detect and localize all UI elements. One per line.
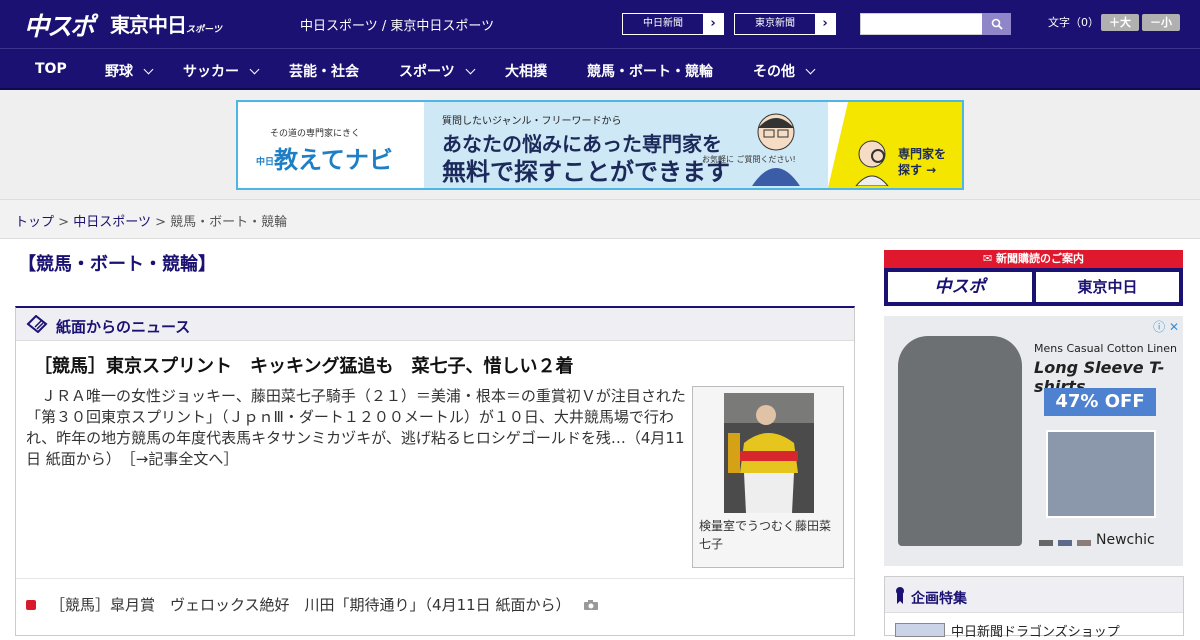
nav-label: 芸能・社会	[289, 64, 359, 80]
nav-item-sports[interactable]: スポーツ	[399, 61, 476, 81]
ad-discount: 47% OFF	[1044, 388, 1156, 416]
nav-label: サッカー	[183, 64, 239, 80]
nav-item-sumo[interactable]: 大相撲	[505, 61, 547, 81]
tokyo-chunichi-logo[interactable]: 東京中日スポーツ	[110, 9, 222, 38]
article-photo[interactable]: 検量室でうつむく藤田菜七子	[692, 386, 844, 568]
section-title: 紙面からのニュース	[56, 318, 191, 336]
chuspo-subscribe-logo[interactable]: 中スポ	[888, 272, 1032, 302]
oshiete-navi-banner[interactable]: その道の専門家にきく 中日教えてナビ 質問したいジャンル・フリーワードから あな…	[236, 100, 964, 190]
chevron-down-icon	[805, 64, 816, 75]
news-section: 紙面からのニュース ［競馬］東京スプリント キッキング猛追も 菜七子、惜しい２着…	[15, 306, 855, 636]
breadcrumb-chunichi-sports[interactable]: 中日スポーツ	[73, 215, 151, 230]
font-size-label: 文字（0）	[1048, 16, 1099, 29]
site-names: 中日スポーツ / 東京中日スポーツ	[300, 19, 495, 34]
font-larger-button[interactable]: ＋大	[1101, 14, 1139, 31]
banner-cta-panel: 専門家を 探す →	[828, 102, 962, 188]
ad-close-icon[interactable]: ⓘ ✕	[1153, 318, 1179, 335]
search-input[interactable]	[860, 13, 984, 35]
tokyo-shimbun-label: 東京新聞	[755, 18, 795, 29]
tokyo-subscribe-logo[interactable]: 東京中日	[1036, 272, 1179, 302]
nav-item-keiba[interactable]: 競馬・ボート・競輪	[587, 61, 713, 81]
breadcrumb-top[interactable]: トップ	[15, 215, 54, 230]
nav-label: その他	[753, 64, 795, 80]
nav-label: 大相撲	[505, 64, 547, 80]
feature-title: 企画特集	[911, 591, 967, 607]
camera-icon	[584, 600, 599, 610]
tokyo-logo-suffix: スポーツ	[186, 25, 222, 35]
ribbon-icon	[896, 587, 904, 604]
page-title: 【競馬・ボート・競輪】	[18, 254, 216, 275]
search-icon	[991, 18, 1003, 30]
chuspo-logo[interactable]: 中スポ	[24, 7, 95, 43]
newspaper-icon	[26, 315, 48, 333]
banner-logo-prefix: 中日	[256, 157, 275, 168]
subscription-title: 新聞購読のご案内	[996, 252, 1085, 265]
top-header: 中スポ 東京中日スポーツ 中日スポーツ / 東京中日スポーツ 中日新聞 › 東京…	[0, 0, 1200, 48]
nav-label: 競馬・ボート・競輪	[587, 64, 713, 80]
news-list-text: ［競馬］皐月賞 ヴェロックス絶好 川田「期待通り」（4月11日 紙面から）	[50, 596, 571, 614]
feature-header: 企画特集	[885, 577, 1183, 613]
section-header: 紙面からのニュース	[16, 308, 854, 341]
banner-logo: 中日教えてナビ	[256, 140, 393, 175]
article-title-link[interactable]: ［競馬］東京スプリント キッキング猛追も 菜七子、惜しい２着	[34, 352, 573, 378]
banner-question: 質問したいジャンル・フリーワードから	[442, 116, 622, 127]
banner-headline-2: 無料で探すことができます	[442, 158, 730, 186]
chevron-down-icon	[465, 64, 476, 75]
subscription-box[interactable]: ✉ 新聞購読のご案内 中スポ 東京中日	[884, 250, 1183, 306]
breadcrumb-separator: >	[155, 215, 166, 230]
newspaper-small-icon: ✉	[982, 252, 993, 265]
swatch	[1058, 540, 1072, 546]
nav-item-other[interactable]: その他	[753, 61, 816, 81]
color-swatches	[1039, 540, 1091, 546]
chevron-right-icon: ›	[815, 14, 835, 34]
jockey-image	[724, 393, 814, 513]
banner-cta: 専門家を 探す →	[898, 147, 947, 177]
consultant-illustration-icon	[752, 113, 800, 186]
swatch	[1039, 540, 1053, 546]
article-summary: ＪＲＡ唯一の女性ジョッキー、藤田菜七子騎手（２１）＝美浦・根本＝の重賞初Ｖが注目…	[26, 387, 686, 468]
nav-label: 野球	[105, 64, 133, 80]
jockey-photo	[724, 393, 814, 513]
breadcrumb-bar: トップ > 中日スポーツ > 競馬・ボート・競輪	[0, 200, 1200, 239]
banner-strip: その道の専門家にきく 中日教えてナビ 質問したいジャンル・フリーワードから あな…	[0, 90, 1200, 200]
banner-logo-panel: その道の専門家にきく 中日教えてナビ	[238, 102, 424, 188]
shirt-detail-image	[1046, 430, 1156, 518]
nav-item-baseball[interactable]: 野球	[105, 61, 154, 81]
nav-item-top[interactable]: TOP	[35, 61, 67, 77]
banner-small-text: その道の専門家にきく	[270, 129, 361, 139]
banner-logo-text: 教えてナビ	[274, 146, 393, 174]
ad-brand: Newchic	[1096, 532, 1155, 548]
photo-caption: 検量室でうつむく藤田菜七子	[699, 519, 832, 551]
nav-item-entertainment[interactable]: 芸能・社会	[289, 61, 359, 81]
chunichi-shimbun-link[interactable]: 中日新聞 ›	[622, 13, 724, 35]
tokyo-shimbun-link[interactable]: 東京新聞 ›	[734, 13, 836, 35]
chevron-down-icon	[143, 64, 154, 75]
feature-item-link[interactable]: 中日新聞ドラゴンズショップ	[951, 621, 1120, 640]
subscription-header: ✉ 新聞購読のご案内	[884, 250, 1183, 268]
nav-item-soccer[interactable]: サッカー	[183, 61, 260, 81]
chevron-right-icon: ›	[703, 14, 723, 34]
tokyo-logo-text: 東京中日	[110, 13, 187, 37]
swatch	[1077, 540, 1091, 546]
font-smaller-button[interactable]: －小	[1142, 14, 1180, 31]
breadcrumb-current: 競馬・ボート・競輪	[170, 215, 288, 230]
breadcrumb: トップ > 中日スポーツ > 競馬・ボート・競輪	[15, 211, 287, 230]
feature-box: 企画特集 中日新聞ドラゴンズショップ	[884, 576, 1184, 640]
main-nav: TOP 野球 サッカー 芸能・社会 スポーツ 大相撲 競馬・ボート・競輪 その他	[0, 48, 1200, 90]
banner-message-panel: 質問したいジャンル・フリーワードから あなたの悩みにあった専門家を 無料で探すこ…	[424, 102, 828, 188]
chevron-down-icon	[249, 64, 260, 75]
breadcrumb-separator: >	[58, 215, 70, 230]
search-button[interactable]	[982, 13, 1011, 35]
shirt-image	[898, 336, 1022, 546]
news-list-item[interactable]: ［競馬］皐月賞 ヴェロックス絶好 川田「期待通り」（4月11日 紙面から）	[26, 594, 599, 615]
advertisement[interactable]: Mens Casual Cotton Linen Long Sleeve T-s…	[884, 316, 1183, 566]
nav-label: TOP	[35, 61, 67, 77]
divider	[16, 578, 854, 579]
feature-thumbnail[interactable]	[895, 623, 945, 637]
nav-label: スポーツ	[399, 64, 455, 80]
search-person-icon	[854, 140, 890, 186]
chunichi-shimbun-label: 中日新聞	[643, 18, 683, 29]
video-bullet-icon	[26, 600, 36, 610]
ad-line-1: Mens Casual Cotton Linen	[1034, 342, 1178, 355]
